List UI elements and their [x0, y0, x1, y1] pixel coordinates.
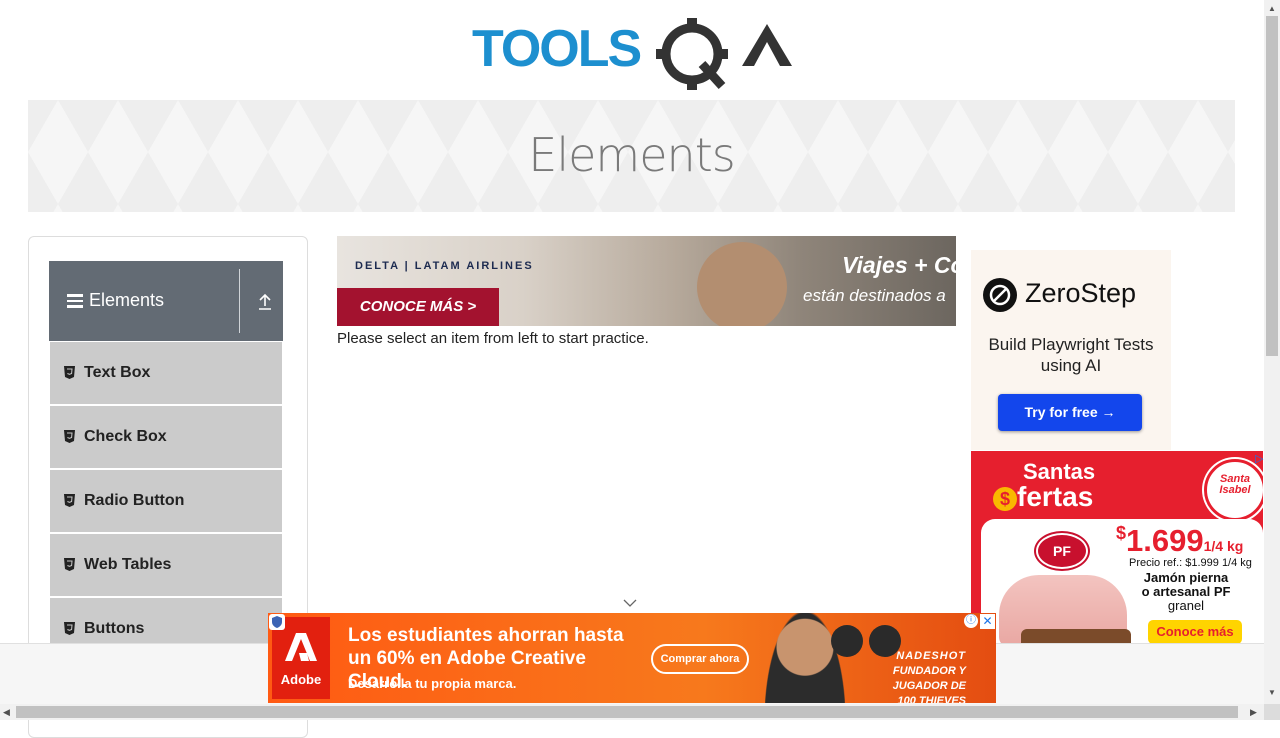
ad-cta-button[interactable]: CONOCE MÁS > — [337, 288, 499, 326]
horizontal-scrollbar[interactable]: ◀ ▶ — [0, 704, 1264, 720]
ad-product-name: Jamón pierna o artesanal PF granel — [1141, 570, 1231, 613]
try-for-free-button[interactable]: Try for free → — [998, 394, 1142, 431]
scroll-right-arrow[interactable]: ▶ — [1250, 707, 1257, 718]
page-header-banner: Elements — [28, 100, 1235, 212]
ad-brand: DELTA | LATAM AIRLINES — [355, 260, 534, 272]
dollar-icon: $ — [993, 486, 1017, 511]
scroll-left-arrow[interactable]: ◀ — [3, 707, 10, 718]
toolsqa-logo[interactable]: TOOLS — [472, 14, 796, 92]
ad-brand: ZeroStep — [1025, 278, 1137, 308]
zerostep-logo-icon — [983, 278, 1017, 312]
close-icon[interactable]: ✕ — [980, 614, 995, 629]
ad-product-card: PF $1.6991/4 kg Precio ref.: $1.999 1/4 … — [981, 519, 1263, 643]
html5-icon — [64, 558, 75, 571]
sidebar-item-label: Text Box — [84, 364, 151, 381]
html5-icon — [64, 430, 75, 443]
board-image — [1021, 629, 1131, 643]
practice-prompt: Please select an item from left to start… — [337, 330, 649, 347]
html5-icon — [64, 366, 75, 379]
ad-subheadline: están destinados a — [803, 286, 946, 305]
sidebar-item-label: Check Box — [84, 428, 167, 445]
sidebar-item-check-box[interactable]: Check Box — [50, 406, 282, 470]
ad-photo — [697, 242, 787, 326]
scrollbar-thumb[interactable] — [16, 706, 1238, 718]
sidebar-item-text-box[interactable]: Text Box — [50, 342, 282, 406]
sidebar-item-label: Radio Button — [84, 492, 185, 509]
html5-icon — [64, 494, 75, 507]
scroll-down-arrow[interactable]: ▼ — [1268, 688, 1276, 697]
ad-tagline: Build Playwright Tests using AI — [988, 335, 1154, 375]
scrollbar-corner — [1264, 704, 1280, 720]
conoce-mas-button[interactable]: Conoce más — [1148, 620, 1242, 643]
scrollbar-thumb[interactable] — [1266, 16, 1278, 356]
divider — [239, 269, 240, 333]
sidebar-group-title: Elements — [89, 290, 165, 310]
hamburger-icon — [67, 294, 83, 308]
html5-icon — [64, 622, 75, 635]
adobe-ad[interactable]: Adobe Los estudiantes ahorran hasta un 6… — [268, 613, 996, 703]
ad-partner-credit: NADESHOT FUNDADOR Y JUGADOR DE 100 THIEV… — [892, 650, 966, 703]
ad-reference-price: Precio ref.: $1.999 1/4 kg — [1129, 557, 1252, 569]
santa-isabel-logo: Santa Isabel — [1204, 459, 1263, 521]
chevron-down-icon — [623, 599, 637, 607]
info-icon[interactable]: ⓘ — [964, 614, 978, 628]
sidebar-item-label: Buttons — [84, 620, 145, 637]
delta-latam-ad[interactable]: DELTA | LATAM AIRLINES CONOCE MÁS > Viaj… — [337, 236, 956, 326]
shield-icon — [269, 614, 285, 630]
svg-text:TOOLS: TOOLS — [472, 20, 640, 78]
pf-logo: PF — [1036, 533, 1088, 569]
sidebar-item-web-tables[interactable]: Web Tables — [50, 534, 282, 598]
zerostep-ad[interactable]: ZeroStep Build Playwright Tests using AI… — [971, 250, 1171, 450]
sidebar-group-elements[interactable]: Elements — [49, 261, 283, 341]
ad-price: $1.6991/4 kg — [1116, 523, 1244, 558]
santa-isabel-ad[interactable]: Santas $ fertas Santa Isabel PF $1.6991/4… — [971, 451, 1263, 643]
ad-subheadline: Desarrolla tu propia marca. — [348, 676, 517, 691]
ad-title-2: $ fertas — [993, 481, 1093, 513]
ad-headline: Viajes + Co — [842, 252, 956, 278]
sidebar-item-label: Web Tables — [84, 556, 172, 573]
sidebar-item-radio-button[interactable]: Radio Button — [50, 470, 282, 534]
upload-icon[interactable] — [257, 293, 273, 311]
page-title: Elements — [528, 128, 735, 182]
ad-choices-icon[interactable]: ▷ — [1255, 452, 1263, 465]
scroll-up-arrow[interactable]: ▲ — [1268, 4, 1276, 13]
vertical-scrollbar[interactable]: ▲ ▼ — [1264, 0, 1280, 704]
adobe-a-icon — [285, 633, 317, 661]
comprar-ahora-button[interactable]: Comprar ahora — [651, 644, 749, 674]
